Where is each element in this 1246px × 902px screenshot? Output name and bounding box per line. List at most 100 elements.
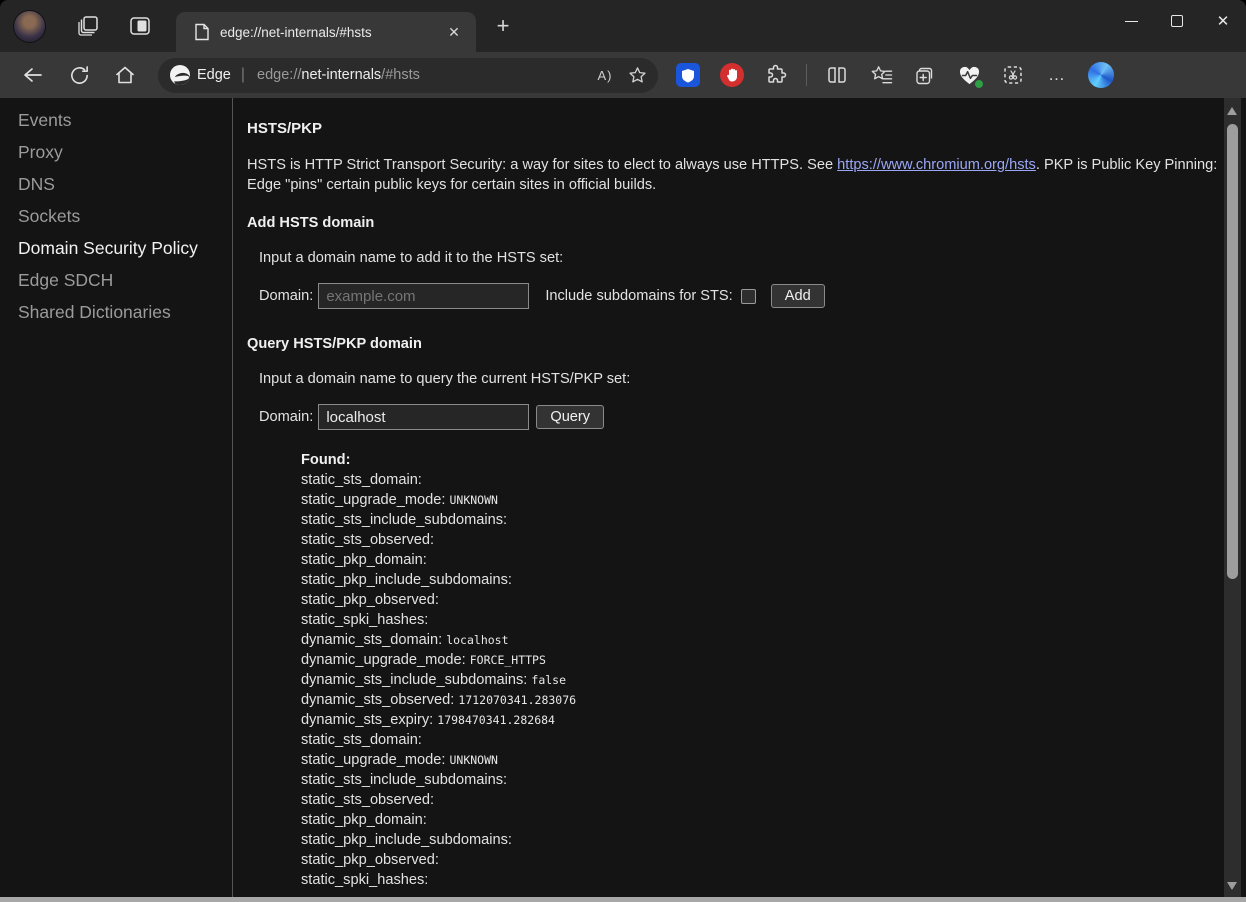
- tab-close-icon[interactable]: ✕: [442, 20, 466, 44]
- password-manager-extension-icon[interactable]: [674, 61, 702, 89]
- back-icon[interactable]: [19, 61, 47, 89]
- result-label: static_pkp_observed:: [301, 592, 439, 608]
- result-row: dynamic_sts_include_subdomains: false: [301, 670, 1246, 690]
- url-text[interactable]: edge://net-internals/#hsts: [257, 67, 420, 83]
- stop-hand-icon: [720, 63, 744, 87]
- result-label: static_sts_domain:: [301, 732, 422, 748]
- favorites-list-icon[interactable]: [867, 61, 895, 89]
- result-row: static_pkp_include_subdomains:: [301, 570, 1246, 590]
- add-domain-input[interactable]: [318, 283, 529, 309]
- chromium-hsts-link[interactable]: https://www.chromium.org/hsts: [837, 157, 1036, 173]
- result-label: static_spki_hashes:: [301, 612, 428, 628]
- collections-icon[interactable]: [911, 61, 939, 89]
- include-subdomains-label: Include subdomains for STS:: [545, 288, 732, 304]
- result-label: static_pkp_observed:: [301, 852, 439, 868]
- essentials-check-badge: [974, 79, 984, 89]
- navigation-toolbar: Edge | edge://net-internals/#hsts A): [0, 52, 1246, 98]
- minimize-button[interactable]: [1108, 0, 1154, 42]
- home-icon[interactable]: [111, 61, 139, 89]
- result-label: static_sts_observed:: [301, 792, 434, 808]
- maximize-button[interactable]: [1154, 0, 1200, 42]
- split-screen-icon[interactable]: [823, 61, 851, 89]
- copilot-icon[interactable]: [1087, 61, 1115, 89]
- vertical-scrollbar[interactable]: [1224, 98, 1241, 897]
- add-button[interactable]: Add: [771, 284, 825, 308]
- url-host: net-internals: [301, 67, 381, 83]
- url-scheme: edge://: [257, 67, 301, 83]
- query-domain-input[interactable]: [318, 404, 529, 430]
- query-domain-label: Domain:: [259, 409, 313, 425]
- result-row: static_sts_include_subdomains:: [301, 510, 1246, 530]
- result-value: 1712070341.283076: [458, 693, 576, 707]
- result-label: dynamic_sts_domain:: [301, 632, 446, 648]
- sidebar-item-shared-dictionaries[interactable]: Shared Dictionaries: [0, 296, 232, 328]
- sidebar-item-domain-security-policy[interactable]: Domain Security Policy: [0, 232, 232, 264]
- main-content: HSTS/PKP HSTS is HTTP Strict Transport S…: [233, 98, 1246, 897]
- close-button[interactable]: ✕: [1200, 0, 1246, 42]
- sidebar-item-dns[interactable]: DNS: [0, 168, 232, 200]
- shield-icon: [676, 63, 700, 87]
- result-row: static_pkp_include_subdomains:: [301, 830, 1246, 850]
- result-label: static_pkp_include_subdomains:: [301, 832, 512, 848]
- sidebar-item-edge-sdch[interactable]: Edge SDCH: [0, 264, 232, 296]
- result-label: static_sts_include_subdomains:: [301, 772, 507, 788]
- active-tab[interactable]: edge://net-internals/#hsts ✕: [176, 12, 476, 52]
- result-row: dynamic_upgrade_mode: FORCE_HTTPS: [301, 650, 1246, 670]
- query-hsts-section-title: Query HSTS/PKP domain: [247, 336, 1246, 352]
- include-subdomains-checkbox[interactable]: [741, 289, 756, 304]
- result-row: static_sts_domain:: [301, 470, 1246, 490]
- profile-avatar[interactable]: [13, 10, 46, 43]
- new-tab-button[interactable]: +: [488, 11, 518, 41]
- extensions-puzzle-icon[interactable]: [762, 61, 790, 89]
- intro-paragraph: HSTS is HTTP Strict Transport Security: …: [247, 155, 1219, 195]
- result-status: Found:: [301, 450, 1246, 470]
- browser-essentials-icon[interactable]: [955, 61, 983, 89]
- sidebar-item-proxy[interactable]: Proxy: [0, 136, 232, 168]
- result-row: static_pkp_domain:: [301, 810, 1246, 830]
- result-value: false: [531, 673, 566, 687]
- add-hsts-instruction: Input a domain name to add it to the HST…: [259, 250, 1246, 266]
- tab-layout-icon[interactable]: [128, 14, 152, 38]
- result-row: static_spki_hashes:: [301, 610, 1246, 630]
- minimize-icon: [1125, 21, 1138, 22]
- workspaces-icon[interactable]: [76, 14, 100, 38]
- adblock-extension-icon[interactable]: [718, 61, 746, 89]
- read-aloud-icon[interactable]: A): [592, 62, 618, 88]
- refresh-icon[interactable]: [65, 61, 93, 89]
- page-title: HSTS/PKP: [247, 120, 1246, 137]
- result-label: static_sts_include_subdomains:: [301, 512, 507, 528]
- sidebar-item-events[interactable]: Events: [0, 104, 232, 136]
- result-value: FORCE_HTTPS: [470, 653, 546, 667]
- copilot-logo: [1088, 62, 1114, 88]
- favorite-star-icon[interactable]: [624, 62, 650, 88]
- tab-title: edge://net-internals/#hsts: [220, 25, 442, 40]
- sidebar-item-sockets[interactable]: Sockets: [0, 200, 232, 232]
- web-capture-icon[interactable]: [999, 61, 1027, 89]
- add-domain-label: Domain:: [259, 288, 313, 304]
- query-button[interactable]: Query: [536, 405, 604, 429]
- result-row: static_upgrade_mode: UNKNOWN: [301, 490, 1246, 510]
- scroll-up-icon[interactable]: [1227, 107, 1237, 115]
- result-row: dynamic_sts_expiry: 1798470341.282684: [301, 710, 1246, 730]
- intro-before: HSTS is HTTP Strict Transport Security: …: [247, 157, 837, 173]
- result-label: static_pkp_domain:: [301, 812, 427, 828]
- scrollbar-thumb[interactable]: [1227, 124, 1238, 579]
- site-brand-label: Edge: [197, 67, 231, 83]
- result-row: static_pkp_observed:: [301, 590, 1246, 610]
- titlebar: edge://net-internals/#hsts ✕ + ✕: [0, 0, 1246, 52]
- window-bottom-edge: [0, 897, 1246, 902]
- query-hsts-instruction: Input a domain name to query the current…: [259, 371, 1246, 387]
- net-internals-sidebar: EventsProxyDNSSocketsDomain Security Pol…: [0, 98, 233, 897]
- result-row: static_sts_include_subdomains:: [301, 770, 1246, 790]
- scroll-down-icon[interactable]: [1227, 882, 1237, 890]
- result-label: static_upgrade_mode:: [301, 752, 449, 768]
- result-label: dynamic_sts_expiry:: [301, 712, 437, 728]
- page-body: EventsProxyDNSSocketsDomain Security Pol…: [0, 98, 1246, 897]
- address-bar[interactable]: Edge | edge://net-internals/#hsts A): [158, 58, 658, 93]
- result-row: static_sts_domain:: [301, 730, 1246, 750]
- result-label: static_pkp_include_subdomains:: [301, 572, 512, 588]
- url-path: /#hsts: [381, 67, 420, 83]
- result-label: dynamic_upgrade_mode:: [301, 652, 470, 668]
- result-row: static_upgrade_mode: UNKNOWN: [301, 750, 1246, 770]
- settings-more-icon[interactable]: …: [1043, 61, 1071, 89]
